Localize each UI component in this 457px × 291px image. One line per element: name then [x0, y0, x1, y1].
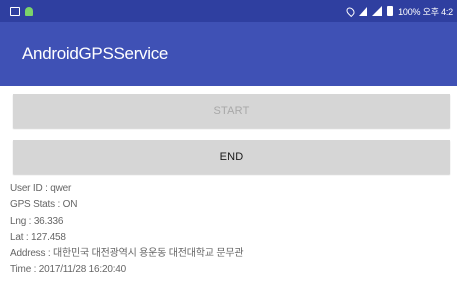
gps-stats-text: GPS Stats : ON: [10, 199, 78, 211]
end-button[interactable]: END: [13, 140, 450, 174]
status-text: 100% 오후 4:2: [398, 6, 453, 17]
android-icon: [25, 6, 33, 16]
location-icon: [344, 5, 357, 17]
image-icon: [10, 6, 20, 16]
lng-text: Lng : 36.336: [10, 215, 64, 227]
status-bar-left: [10, 6, 33, 16]
app-bar: AndroidGPSService: [0, 22, 457, 86]
start-button[interactable]: START: [13, 94, 450, 128]
app-title: AndroidGPSService: [22, 44, 169, 63]
gps-info-panel: User ID : qwer GPS Stats : ON Lng : 36.3…: [10, 181, 450, 279]
address-text: Address : 대한민국 대전광역시 용운동 대전대학교 문무관: [10, 248, 244, 260]
user-id-text: User ID : qwer: [10, 183, 72, 194]
time-text: Time : 2017/11/28 16:20:40: [10, 264, 126, 276]
status-bar-right: 100% 오후 4:2: [344, 5, 453, 18]
wifi-icon: [359, 6, 368, 16]
status-bar: 100% 오후 4:2: [0, 0, 457, 22]
lat-text: Lat : 127.458: [10, 231, 66, 243]
battery-icon: [387, 6, 394, 16]
signal-icon: [372, 6, 383, 16]
